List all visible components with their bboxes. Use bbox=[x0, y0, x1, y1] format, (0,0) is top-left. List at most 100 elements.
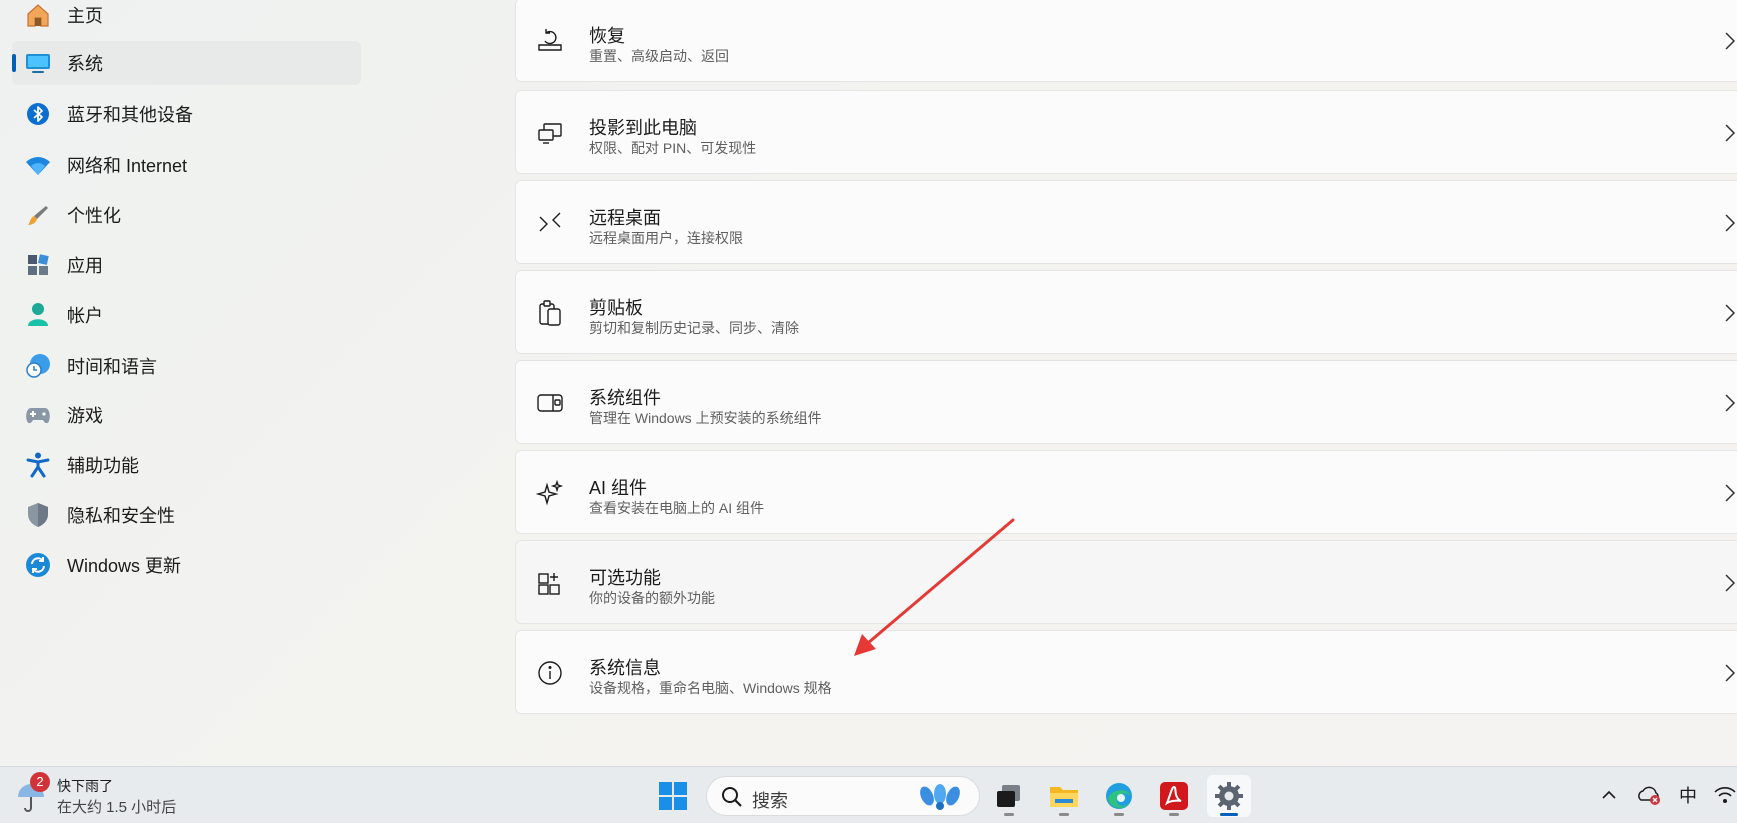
clipboard-icon bbox=[536, 299, 564, 327]
input-method-indicator[interactable]: 中 bbox=[1675, 780, 1701, 810]
sidebar-item-apps[interactable]: 应用 bbox=[12, 243, 361, 287]
settings-list: 恢复 重置、高级启动、返回 投影到此电脑 权限、配对 PIN、可发现性 远程桌面… bbox=[515, 0, 1737, 720]
bluetooth-icon bbox=[24, 100, 52, 128]
remote-desktop-icon bbox=[536, 209, 564, 237]
chevron-right-icon bbox=[1725, 574, 1736, 592]
card-description: 查看安装在电脑上的 AI 组件 bbox=[589, 500, 765, 516]
card-description: 管理在 Windows 上预安装的系统组件 bbox=[589, 410, 822, 426]
sidebar-item-windows-update[interactable]: Windows 更新 bbox=[12, 543, 361, 587]
chevron-right-icon bbox=[1725, 304, 1736, 322]
sidebar-item-label: 系统 bbox=[67, 54, 103, 74]
chevron-right-icon bbox=[1725, 484, 1736, 502]
sidebar-item-bluetooth[interactable]: 蓝牙和其他设备 bbox=[12, 92, 361, 136]
sidebar-item-label: 辅助功能 bbox=[67, 456, 139, 476]
sidebar-item-label: 应用 bbox=[67, 256, 103, 276]
sidebar-item-label: Windows 更新 bbox=[67, 556, 182, 576]
file-explorer-icon bbox=[1050, 787, 1078, 807]
sidebar-item-accounts[interactable]: 帐户 bbox=[12, 293, 361, 337]
recovery-icon bbox=[536, 27, 564, 55]
setting-card-system-components[interactable]: 系统组件 管理在 Windows 上预安装的系统组件 bbox=[515, 360, 1737, 444]
accessibility-icon bbox=[24, 451, 52, 479]
sidebar-item-label: 时间和语言 bbox=[67, 357, 157, 377]
sparkle-icon bbox=[535, 479, 564, 507]
card-title: 远程桌面 bbox=[589, 208, 661, 228]
chevron-right-icon bbox=[1725, 124, 1736, 142]
chevron-right-icon bbox=[1725, 664, 1736, 682]
card-title: 恢复 bbox=[589, 26, 625, 46]
task-view-button[interactable] bbox=[987, 775, 1031, 817]
acrobat-button[interactable] bbox=[1152, 775, 1196, 817]
card-description: 设备规格，重命名电脑、Windows 规格 bbox=[589, 680, 832, 696]
card-title: 剪贴板 bbox=[589, 298, 643, 318]
card-description: 剪切和复制历史记录、同步、清除 bbox=[589, 320, 799, 336]
card-title: 系统信息 bbox=[589, 658, 661, 678]
sidebar-item-gaming[interactable]: 游戏 bbox=[12, 393, 361, 437]
gamepad-icon bbox=[24, 401, 52, 429]
sidebar-item-label: 蓝牙和其他设备 bbox=[67, 105, 193, 125]
taskbar: 2 快下雨了 在大约 1.5 小时后 搜索 中 bbox=[0, 766, 1737, 823]
sidebar-item-system[interactable]: 系统 bbox=[12, 41, 361, 85]
weather-subtitle: 在大约 1.5 小时后 bbox=[57, 799, 177, 816]
acrobat-icon bbox=[1160, 782, 1188, 810]
sidebar-item-time-language[interactable]: 时间和语言 bbox=[12, 344, 361, 388]
start-icon bbox=[659, 782, 687, 810]
settings-button[interactable] bbox=[1207, 775, 1251, 817]
sidebar-item-label: 游戏 bbox=[67, 406, 103, 426]
chevron-up-icon bbox=[1602, 790, 1616, 799]
wifi-icon bbox=[1714, 787, 1736, 803]
chevron-right-icon bbox=[1725, 394, 1736, 412]
card-description: 重置、高级启动、返回 bbox=[589, 48, 729, 64]
globe-clock-icon bbox=[24, 352, 52, 380]
card-description: 远程桌面用户，连接权限 bbox=[589, 230, 743, 246]
system-icon bbox=[24, 49, 52, 77]
home-icon bbox=[24, 1, 52, 29]
system-components-icon bbox=[536, 389, 564, 417]
card-title: 可选功能 bbox=[589, 568, 661, 588]
sidebar-item-label: 帐户 bbox=[67, 306, 103, 326]
projection-icon bbox=[536, 119, 564, 147]
sidebar-item-label: 个性化 bbox=[67, 206, 121, 226]
optional-features-icon bbox=[536, 569, 564, 597]
sidebar-item-network[interactable]: 网络和 Internet bbox=[12, 143, 361, 187]
taskbar-search-box[interactable]: 搜索 bbox=[706, 776, 980, 816]
sidebar-item-personalization[interactable]: 个性化 bbox=[12, 193, 361, 237]
card-title: AI 组件 bbox=[589, 478, 648, 498]
file-explorer-button[interactable] bbox=[1042, 775, 1086, 817]
search-placeholder: 搜索 bbox=[752, 791, 788, 811]
update-icon bbox=[24, 551, 52, 579]
setting-card-projection[interactable]: 投影到此电脑 权限、配对 PIN、可发现性 bbox=[515, 90, 1737, 174]
wifi-icon bbox=[24, 151, 52, 179]
card-title: 系统组件 bbox=[589, 388, 661, 408]
edge-button[interactable] bbox=[1097, 775, 1141, 817]
setting-card-optional-features[interactable]: 可选功能 你的设备的额外功能 bbox=[515, 540, 1737, 624]
notification-badge: 2 bbox=[30, 772, 50, 792]
sidebar-item-label: 主页 bbox=[67, 6, 103, 26]
setting-card-remote-desktop[interactable]: 远程桌面 远程桌面用户，连接权限 bbox=[515, 180, 1737, 264]
chevron-right-icon bbox=[1725, 214, 1736, 232]
weather-widget[interactable]: 2 快下雨了 在大约 1.5 小时后 bbox=[14, 772, 214, 817]
search-icon bbox=[722, 787, 742, 807]
sidebar-item-home[interactable]: 主页 bbox=[12, 0, 361, 37]
weather-title: 快下雨了 bbox=[57, 778, 113, 794]
navigation-sidebar: 主页 系统 蓝牙和其他设备 网络和 Internet 个性化 应用 帐户 时间和… bbox=[0, 0, 370, 766]
edge-icon bbox=[1106, 783, 1132, 809]
setting-card-recovery[interactable]: 恢复 重置、高级启动、返回 bbox=[515, 0, 1737, 82]
account-icon bbox=[24, 301, 52, 329]
sidebar-item-label: 网络和 Internet bbox=[67, 156, 188, 176]
shield-icon bbox=[24, 501, 52, 529]
setting-card-ai-components[interactable]: AI 组件 查看安装在电脑上的 AI 组件 bbox=[515, 450, 1737, 534]
info-icon bbox=[536, 659, 564, 687]
card-description: 权限、配对 PIN、可发现性 bbox=[589, 140, 757, 156]
setting-card-clipboard[interactable]: 剪贴板 剪切和复制历史记录、同步、清除 bbox=[515, 270, 1737, 354]
start-button[interactable] bbox=[651, 775, 695, 817]
onedrive-status-button[interactable] bbox=[1634, 780, 1664, 810]
setting-card-system-info[interactable]: 系统信息 设备规格，重命名电脑、Windows 规格 bbox=[515, 630, 1737, 714]
apps-icon bbox=[24, 251, 52, 279]
sidebar-item-privacy[interactable]: 隐私和安全性 bbox=[12, 493, 361, 537]
brush-icon bbox=[24, 201, 52, 229]
show-hidden-icons-button[interactable] bbox=[1597, 780, 1621, 810]
sidebar-item-accessibility[interactable]: 辅助功能 bbox=[12, 443, 361, 487]
network-status-button[interactable] bbox=[1713, 780, 1737, 810]
card-description: 你的设备的额外功能 bbox=[589, 590, 715, 606]
search-highlight-icon bbox=[920, 784, 960, 810]
